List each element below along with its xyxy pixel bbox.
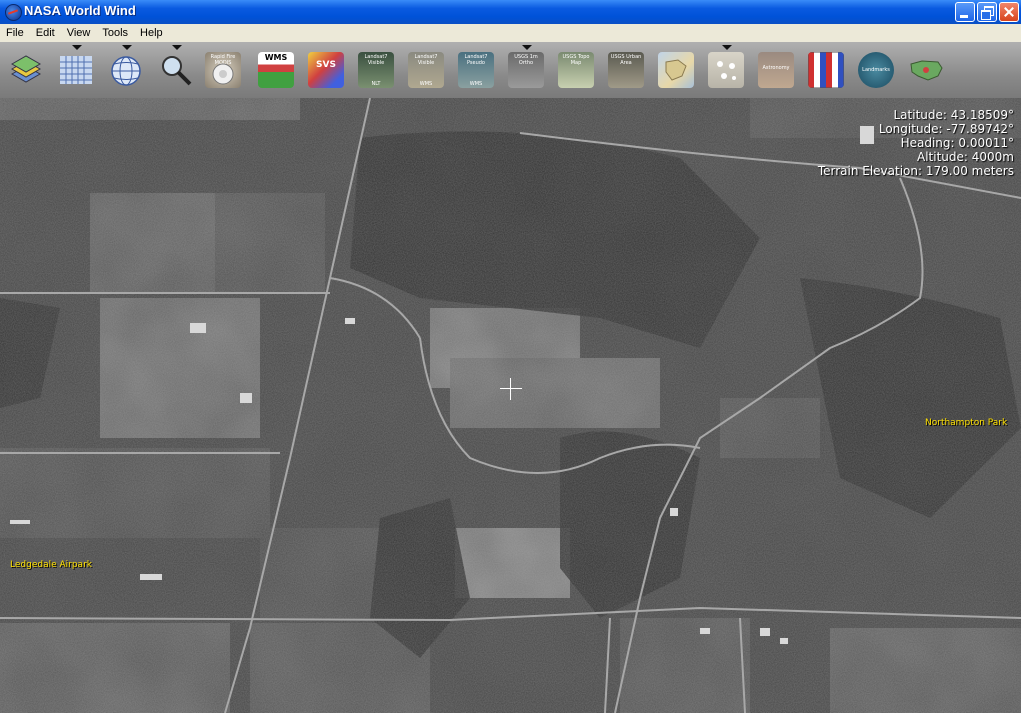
search-icon <box>162 56 192 86</box>
globe-icon <box>111 56 141 86</box>
crosshair-icon <box>500 378 522 400</box>
landmarks-button[interactable]: Landmarks <box>858 52 894 88</box>
latitude-readout: Latitude: 43.18509° <box>893 108 1014 122</box>
dropdown-arrow-icon[interactable] <box>722 45 732 50</box>
altitude-readout: Altitude: 4000m <box>917 150 1014 164</box>
placename-ledgedale-airpark[interactable]: Ledgedale Airpark <box>10 560 92 570</box>
usgs-1m-ortho-label: USGS 1m Ortho <box>514 54 538 66</box>
landsat7-pseudo-label: Landsat7 Pseudo <box>464 54 488 66</box>
menu-edit[interactable]: Edit <box>30 24 61 42</box>
menu-tools[interactable]: Tools <box>96 24 134 42</box>
terrain-elevation-readout: Terrain Elevation: 179.00 meters <box>817 164 1014 178</box>
dropdown-arrow-icon[interactable] <box>522 45 532 50</box>
landsat7-visible-wms-sublabel: WMS <box>419 81 433 87</box>
astronomy-label: Astronomy <box>762 65 790 71</box>
usgs-urban-area-label: USGS Urban Area <box>610 54 642 66</box>
placename-northampton-park[interactable]: Northampton Park <box>925 418 1007 428</box>
globe-button[interactable] <box>108 52 144 88</box>
placemark-button[interactable] <box>708 52 744 88</box>
aerial-imagery <box>0 98 1021 713</box>
heading-readout: Heading: 0.00011° <box>900 136 1014 150</box>
position-readout: Latitude: 43.18509° Longitude: -77.89742… <box>818 108 1014 178</box>
europe-map-icon <box>665 59 687 81</box>
layers-icon <box>10 55 42 83</box>
usa-map-icon <box>910 60 943 81</box>
wms-button[interactable]: WMS <box>258 52 294 88</box>
landsat7-visible-wms-button[interactable]: Landsat7 Visible WMS <box>408 52 444 88</box>
lat-lon-grid-button[interactable] <box>58 52 94 88</box>
nasa-logo-icon <box>5 4 22 21</box>
dropdown-arrow-icon[interactable] <box>172 45 182 50</box>
dropdown-arrow-icon[interactable] <box>122 45 132 50</box>
landsat7-visible-nlt-sublabel: NLT <box>371 81 381 87</box>
landsat7-visible-nlt-label: Landsat7 Visible <box>364 54 388 66</box>
wms-label: WMS <box>264 53 288 62</box>
grid-icon <box>60 56 92 84</box>
landsat7-pseudo-button[interactable]: Landsat7 Pseudo WMS <box>458 52 494 88</box>
menu-bar: File Edit View Tools Help <box>0 24 1021 42</box>
minimize-button[interactable] <box>955 2 975 22</box>
landsat7-pseudo-sublabel: WMS <box>469 81 483 87</box>
usa-map-button[interactable] <box>908 52 944 88</box>
landsat7-visible-nlt-button[interactable]: Landsat7 Visible NLT <box>358 52 394 88</box>
place-finder-button[interactable] <box>158 52 194 88</box>
close-button[interactable] <box>999 2 1019 22</box>
layer-manager-button[interactable] <box>8 52 44 88</box>
landsat7-visible-wms-label: Landsat7 Visible <box>414 54 438 66</box>
menu-view[interactable]: View <box>61 24 97 42</box>
flags-icon <box>808 52 844 88</box>
restore-button[interactable] <box>977 2 997 22</box>
rapid-fire-modis-button[interactable]: Rapid Fire MODIS <box>205 52 241 88</box>
longitude-readout: Longitude: -77.89742° <box>878 122 1014 136</box>
usgs-urban-area-button[interactable]: USGS Urban Area <box>608 52 644 88</box>
landmarks-label: Landmarks <box>862 67 890 73</box>
menu-file[interactable]: File <box>0 24 30 42</box>
rapid-fire-modis-icon <box>212 63 234 85</box>
svs-label: SVS <box>316 60 336 70</box>
flags-button[interactable] <box>808 52 844 88</box>
window-title: NASA World Wind <box>24 3 136 18</box>
europe-map-button[interactable] <box>658 52 694 88</box>
astronomy-button[interactable]: Astronomy <box>758 52 794 88</box>
title-bar: NASA World Wind <box>0 0 1021 25</box>
usgs-topo-map-button[interactable]: USGS Topo Map <box>558 52 594 88</box>
svs-button[interactable]: SVS <box>308 52 344 88</box>
dropdown-arrow-icon[interactable] <box>72 45 82 50</box>
usgs-topo-map-label: USGS Topo Map <box>562 54 590 66</box>
menu-help[interactable]: Help <box>134 24 169 42</box>
map-viewport[interactable]: Latitude: 43.18509° Longitude: -77.89742… <box>0 98 1021 713</box>
usgs-1m-ortho-button[interactable]: USGS 1m Ortho <box>508 52 544 88</box>
placemark-icon <box>717 61 736 80</box>
toolbar: Rapid Fire MODIS WMS SVS Landsat7 Visibl… <box>0 42 1021 99</box>
